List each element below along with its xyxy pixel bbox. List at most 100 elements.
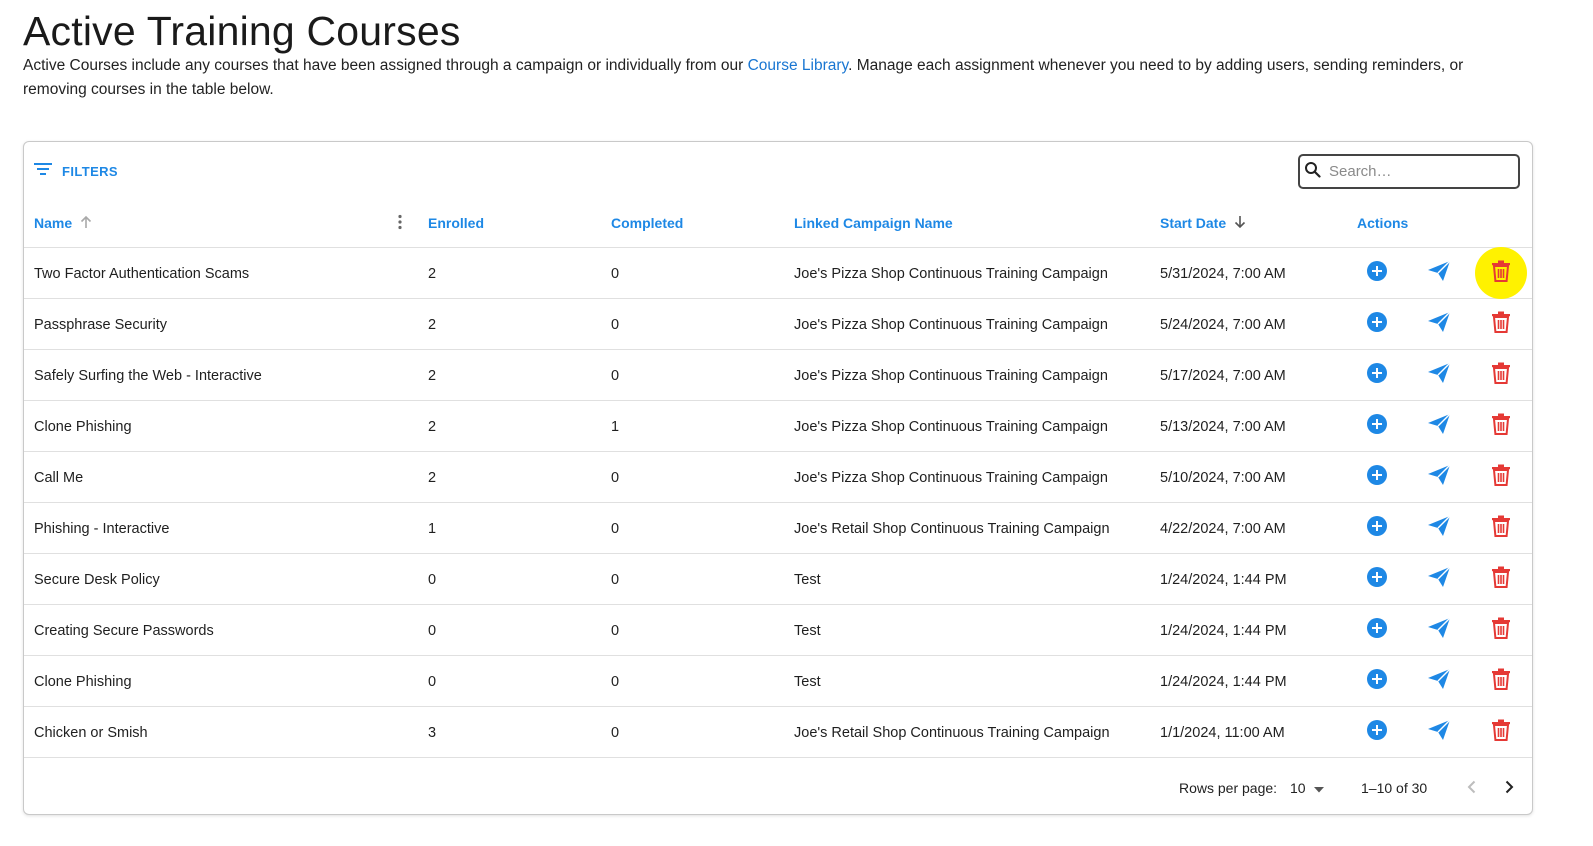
column-menu-button[interactable] [397,198,403,248]
linked-campaign-name: Joe's Pizza Shop Continuous Training Cam… [794,367,1108,384]
start-date: 1/24/2024, 1:44 PM [1160,622,1287,639]
delete-course-button[interactable] [1481,350,1521,401]
add-users-button[interactable] [1357,299,1397,350]
sort-descending-icon [1234,215,1246,232]
add-users-button[interactable] [1357,401,1397,452]
table-header: Name Enrolled Completed Linked Campaign … [24,198,1532,248]
add-users-button[interactable] [1357,656,1397,707]
send-reminder-button[interactable] [1419,350,1459,401]
send-reminder-button[interactable] [1419,554,1459,605]
previous-page-button[interactable] [1459,763,1483,813]
add-users-button[interactable] [1357,554,1397,605]
linked-campaign-name: Test [794,622,821,639]
send-reminder-button[interactable] [1419,605,1459,656]
filters-button[interactable]: FILTERS [34,160,118,182]
send-reminder-button[interactable] [1419,248,1459,299]
send-reminder-button[interactable] [1419,452,1459,503]
enrolled-count: 3 [428,724,437,741]
start-date: 5/13/2024, 7:00 AM [1160,418,1286,435]
linked-campaign-name: Joe's Pizza Shop Continuous Training Cam… [794,418,1108,435]
course-name: Passphrase Security [34,316,167,333]
linked-campaign-name: Joe's Pizza Shop Continuous Training Cam… [794,265,1108,282]
delete-course-button[interactable] [1481,605,1521,656]
column-header-campaign[interactable]: Linked Campaign Name [794,198,953,248]
delete-course-button[interactable] [1481,554,1521,605]
chevron-right-icon [1505,780,1514,797]
paper-plane-icon [1427,719,1451,746]
column-header-name[interactable]: Name [34,198,92,248]
delete-course-button[interactable] [1481,452,1521,503]
next-page-button[interactable] [1497,763,1521,813]
add-users-button[interactable] [1357,452,1397,503]
completed-count: 0 [611,673,620,690]
linked-campaign-name: Test [794,673,821,690]
search-box[interactable] [1298,154,1520,189]
start-date: 5/10/2024, 7:00 AM [1160,469,1286,486]
paper-plane-icon [1427,668,1451,695]
rows-per-page-select[interactable]: 10 [1290,763,1324,813]
linked-campaign-name: Joe's Pizza Shop Continuous Training Cam… [794,469,1108,486]
enrolled-count: 2 [428,367,437,384]
column-header-name-label: Name [34,215,73,231]
course-name: Clone Phishing [34,673,132,690]
enrolled-count: 2 [428,316,437,333]
delete-course-button[interactable] [1481,401,1521,452]
table-row: Clone Phishing 0 0 Test 1/24/2024, 1:44 PM [24,656,1532,707]
add-circle-icon [1366,617,1388,644]
course-name: Two Factor Authentication Scams [34,265,250,282]
table-row: Passphrase Security 2 0 Joe's Pizza Shop Co… [24,299,1532,350]
table-row: Safely Surfing the Web - Interactive 2 0 Jo… [24,350,1532,401]
table-row: Two Factor Authentication Scams 2 0 Joe's P… [24,247,1532,299]
add-users-button[interactable] [1357,605,1397,656]
paper-plane-icon [1427,260,1451,287]
add-users-button[interactable] [1357,503,1397,554]
delete-course-button[interactable] [1481,299,1521,350]
column-header-enrolled[interactable]: Enrolled [428,198,484,248]
paper-plane-icon [1427,362,1451,389]
send-reminder-button[interactable] [1419,656,1459,707]
completed-count: 0 [611,265,620,282]
send-reminder-button[interactable] [1419,503,1459,554]
course-library-link[interactable]: Course Library [748,57,849,74]
table-row: Chicken or Smish 3 0 Joe's Retail Shop Cont… [24,707,1532,758]
completed-count: 0 [611,520,620,537]
column-header-actions: Actions [1357,215,1409,231]
send-reminder-button[interactable] [1419,401,1459,452]
course-name: Call Me [34,469,84,486]
trash-icon [1492,413,1510,440]
column-header-start-date-label: Start Date [1160,215,1227,231]
paper-plane-icon [1427,464,1451,491]
delete-course-button[interactable] [1481,656,1521,707]
trash-icon [1492,464,1510,491]
linked-campaign-name: Test [794,571,821,588]
add-circle-icon [1366,362,1388,389]
enrolled-count: 2 [428,265,437,282]
add-users-button[interactable] [1357,707,1397,758]
chevron-left-icon [1467,780,1476,797]
paper-plane-icon [1427,413,1451,440]
delete-course-button[interactable] [1481,503,1521,554]
completed-count: 0 [611,316,620,333]
trash-icon [1492,668,1510,695]
search-input[interactable] [1327,162,1507,181]
rows-per-page-label: Rows per page: [1179,780,1278,796]
pagination-range: 1–10 of 30 [1361,780,1428,796]
column-header-start-date[interactable]: Start Date [1160,198,1246,248]
rows-per-page-value: 10 [1290,780,1306,796]
search-icon [1304,161,1321,183]
start-date: 5/31/2024, 7:00 AM [1160,265,1286,282]
table-row: Clone Phishing 2 1 Joe's Pizza Shop Continu… [24,401,1532,452]
delete-course-button[interactable] [1481,707,1521,758]
send-reminder-button[interactable] [1419,299,1459,350]
start-date: 1/24/2024, 1:44 PM [1160,673,1287,690]
completed-count: 0 [611,571,620,588]
add-users-button[interactable] [1357,248,1397,299]
course-name: Secure Desk Policy [34,571,160,588]
add-circle-icon [1366,719,1388,746]
delete-course-button[interactable] [1481,248,1521,299]
pagination-bar: Rows per page: 10 1–10 of 30 [24,763,1532,813]
add-users-button[interactable] [1357,350,1397,401]
column-header-completed[interactable]: Completed [611,198,683,248]
send-reminder-button[interactable] [1419,707,1459,758]
trash-icon [1492,362,1510,389]
